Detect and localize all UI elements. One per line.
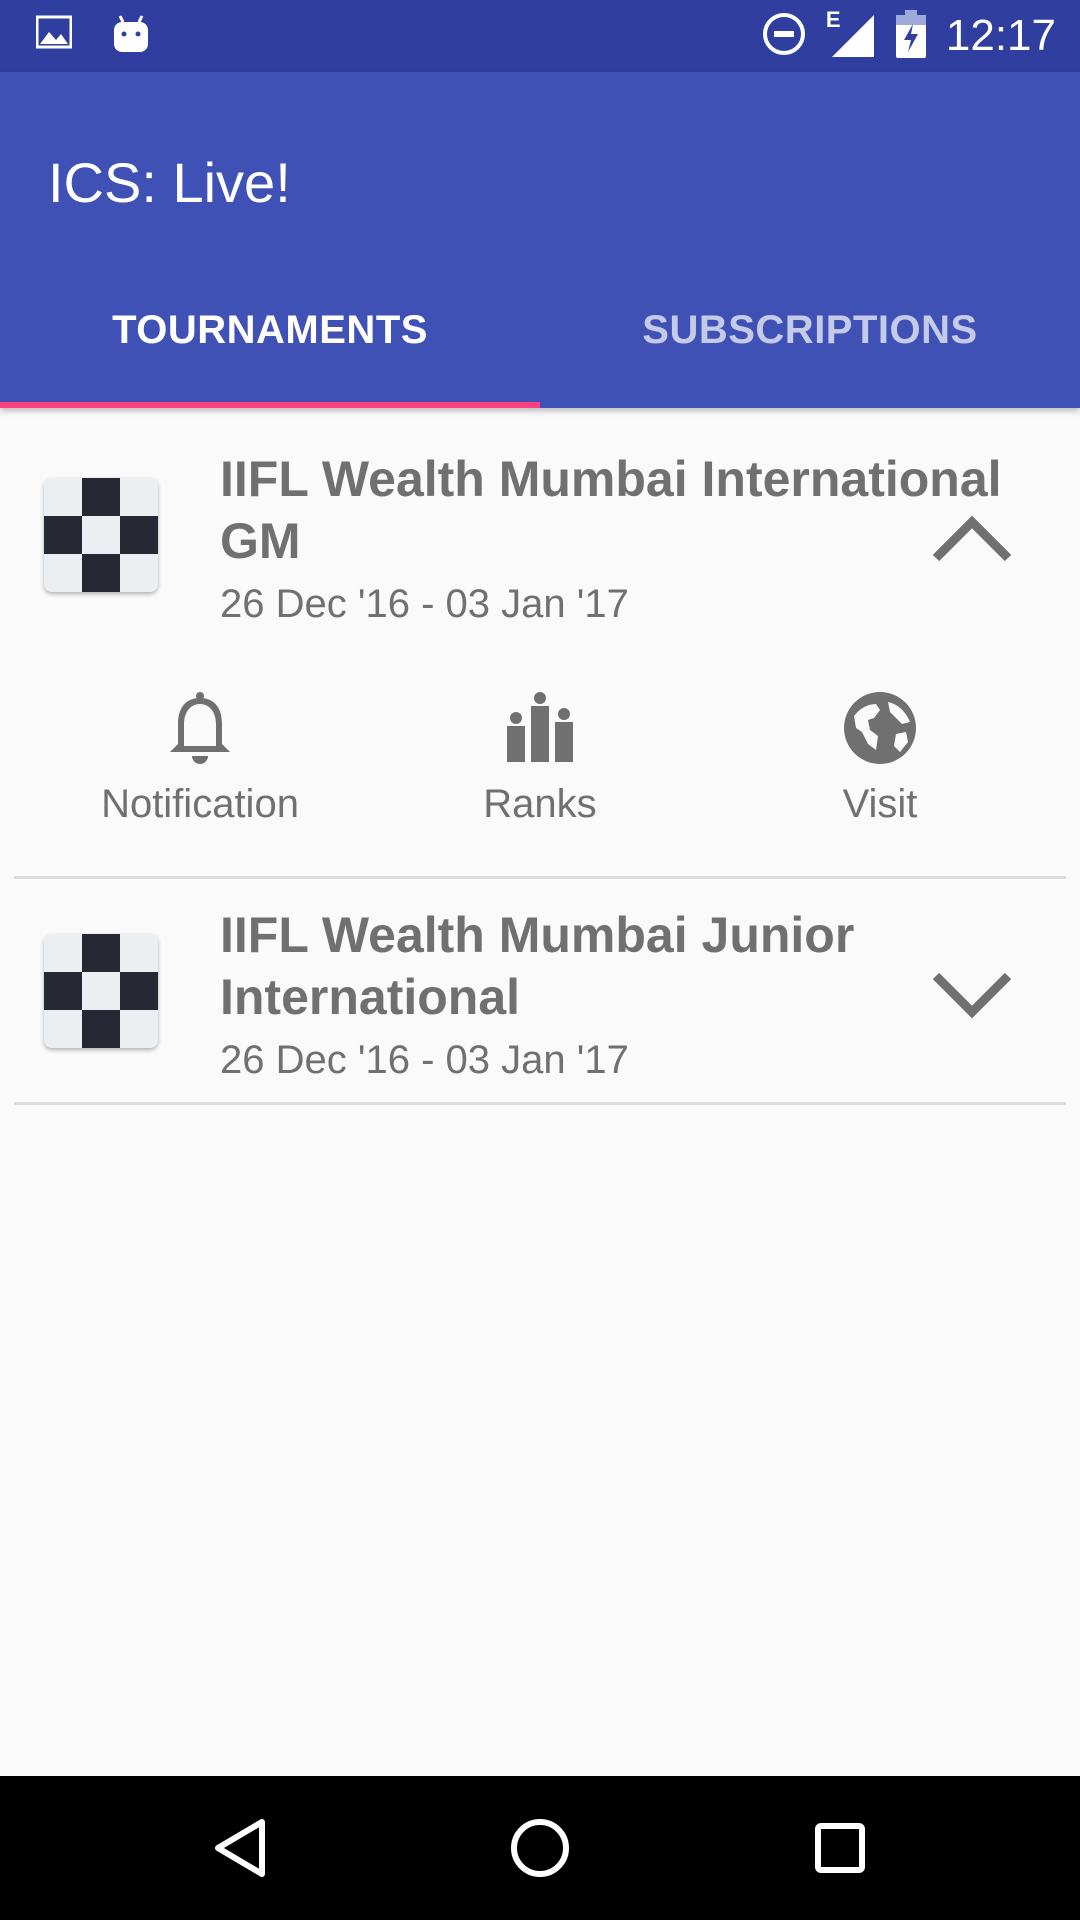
chessboard-icon [44,478,158,592]
tab-tournaments[interactable]: TOURNAMENTS [0,264,540,408]
page-title: ICS: Live! [48,151,291,214]
chevron-up-icon[interactable] [930,508,1014,568]
tournament-title: IIFL Wealth Mumbai International GM [220,451,1002,569]
image-icon [35,14,73,59]
app-bar: ICS: Live! TOURNAMENTS SUBSCRIPTIONS [0,72,1080,408]
globe-icon [844,692,916,764]
tournament-actions: Notification Ranks Visit [0,688,1080,838]
status-time: 12:17 [945,11,1056,60]
tournament-dates: 26 Dec '16 - 03 Jan '17 [220,582,629,626]
back-icon[interactable] [204,1812,276,1884]
list-item[interactable]: IIFL Wealth Mumbai Junior International … [0,880,1080,1104]
android-icon [112,14,150,59]
chevron-down-icon[interactable] [930,964,1014,1024]
tab-subscriptions[interactable]: SUBSCRIPTIONS [540,264,1080,408]
ranks-button[interactable]: Ranks [390,688,690,838]
recents-icon[interactable] [804,1812,876,1884]
ranks-label: Ranks [483,782,597,826]
visit-button[interactable]: Visit [730,688,1030,838]
notification-button[interactable]: Notification [50,688,350,838]
visit-label: Visit [842,782,918,826]
divider [14,1102,1066,1105]
list-item[interactable]: IIFL Wealth Mumbai International GM 26 D… [0,408,1080,878]
do-not-disturb-icon [762,12,806,61]
home-icon[interactable] [504,1812,576,1884]
chessboard-icon [44,934,158,1048]
bell-icon [170,692,230,764]
tournament-title: IIFL Wealth Mumbai Junior International [220,907,855,1025]
tournament-dates: 26 Dec '16 - 03 Jan '17 [220,1038,629,1082]
notification-label: Notification [101,782,299,826]
tab-bar: TOURNAMENTS SUBSCRIPTIONS [0,264,1080,408]
battery-charging-icon [895,9,926,63]
divider [14,876,1066,879]
ranks-icon [507,692,573,762]
signal-icon: E [826,7,876,59]
network-type-label: E [825,7,841,32]
status-bar: E 12:17 [0,0,1080,72]
navigation-bar [0,1776,1080,1920]
